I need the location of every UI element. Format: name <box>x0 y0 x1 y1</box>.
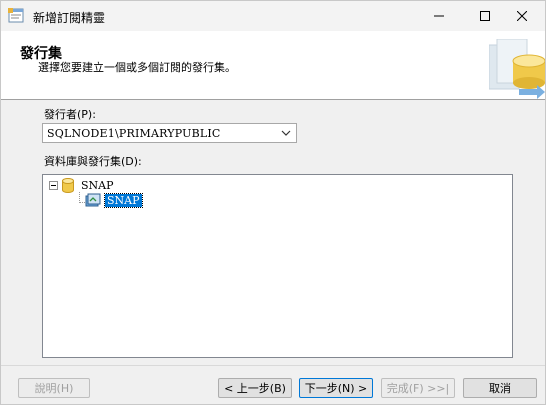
window-title: 新增訂閱精靈 <box>33 11 106 25</box>
finish-button[interactable]: 完成(F) >>| <box>381 378 455 398</box>
next-button[interactable]: 下一步(N) > <box>299 378 373 398</box>
back-button[interactable]: < 上一步(B) <box>218 378 292 398</box>
tree-node-label: SNAP <box>81 179 114 192</box>
close-icon <box>517 11 527 21</box>
tree-node-database[interactable]: SNAP <box>49 178 116 193</box>
database-icon <box>62 178 74 193</box>
chevron-down-icon <box>281 130 291 136</box>
wizard-header: 發行集 選擇您要建立一個或多個訂閱的發行集。 <box>1 31 545 100</box>
tree-node-label: SNAP <box>104 192 143 208</box>
app-icon <box>8 8 24 23</box>
publication-tree[interactable]: SNAP SNAP <box>42 174 513 358</box>
close-button[interactable] <box>499 1 545 31</box>
databases-publications-label: 資料庫與發行集(D): <box>44 155 142 168</box>
page-subtitle: 選擇您要建立一個或多個訂閱的發行集。 <box>38 61 236 74</box>
header-graphic-icon <box>489 39 545 99</box>
publisher-value: SQLNODE1\PRIMARYPUBLIC <box>47 127 221 140</box>
cancel-button[interactable]: 取消 <box>463 378 537 398</box>
collapse-icon[interactable] <box>49 181 58 190</box>
publisher-select[interactable]: SQLNODE1\PRIMARYPUBLIC <box>42 123 297 143</box>
title-bar[interactable]: 新增訂閱精靈 <box>1 1 545 31</box>
minimize-icon <box>434 15 444 17</box>
wizard-window: 新增訂閱精靈 發行集 選擇您要建立一個或多個訂閱的發行集。 發行者(P): SQ… <box>0 0 546 405</box>
minimize-button[interactable] <box>416 1 462 31</box>
help-button[interactable]: 說明(H) <box>18 378 90 398</box>
publisher-label: 發行者(P): <box>44 108 96 121</box>
publication-icon <box>85 193 101 207</box>
tree-node-publication[interactable]: SNAP <box>85 192 143 208</box>
maximize-icon <box>480 11 490 21</box>
footer-divider <box>1 365 545 366</box>
